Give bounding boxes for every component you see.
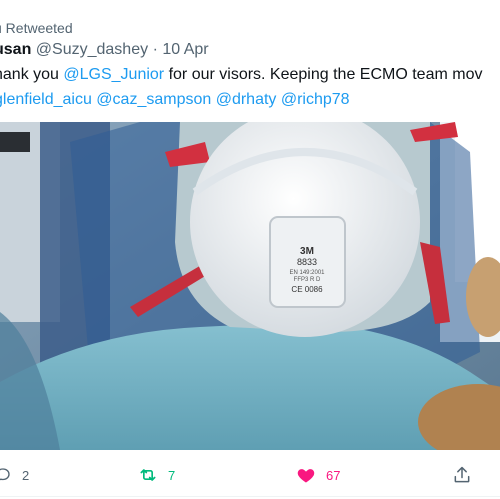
tweet-photo[interactable]: 3M 8833 EN 149:2001 FFP3 R D CE 0086 — [0, 122, 500, 450]
tweet-text-suffix: for our visors. Keeping the ECMO team mo… — [164, 66, 483, 83]
retweet-icon — [138, 465, 158, 485]
tweet-actions: 2 7 67 — [0, 458, 500, 492]
retweet-button[interactable]: 7 — [138, 458, 175, 492]
header-separator: · — [152, 41, 158, 58]
mask-class: FFP3 R D — [294, 277, 321, 283]
mask-ce-mark: CE 0086 — [291, 285, 323, 294]
tweet-mentions-line[interactable]: glenfield_aicu @caz_sampson @drhaty @ric… — [0, 91, 350, 109]
reply-icon — [0, 466, 12, 484]
tweet-date[interactable]: 10 Apr — [162, 41, 208, 58]
retweet-count: 7 — [168, 467, 176, 483]
mask-model: 8833 — [297, 257, 317, 267]
author-handle[interactable]: @Suzy_dashey — [36, 41, 148, 58]
divider — [0, 496, 500, 497]
author-name[interactable]: usan — [0, 41, 31, 58]
mask-standard: EN 149:2001 — [289, 270, 325, 276]
heart-icon — [296, 465, 316, 485]
share-button[interactable] — [452, 458, 472, 492]
retweeted-label: u Retweeted — [0, 20, 73, 36]
tweet-header: usan @Suzy_dashey · 10 Apr — [0, 41, 209, 59]
photo-illustration: 3M 8833 EN 149:2001 FFP3 R D CE 0086 — [0, 122, 500, 450]
tweet-text-line-1: hank you @LGS_Junior for our visors. Kee… — [0, 66, 482, 84]
reply-button[interactable]: 2 — [0, 458, 29, 492]
like-button[interactable]: 67 — [296, 458, 340, 492]
reply-count: 2 — [22, 467, 30, 483]
share-icon — [452, 465, 472, 485]
tweet-text-prefix: hank you — [0, 66, 64, 83]
mention-lgs-junior[interactable]: @LGS_Junior — [63, 66, 164, 83]
like-count: 67 — [326, 467, 341, 483]
mask-brand: 3M — [300, 246, 314, 257]
